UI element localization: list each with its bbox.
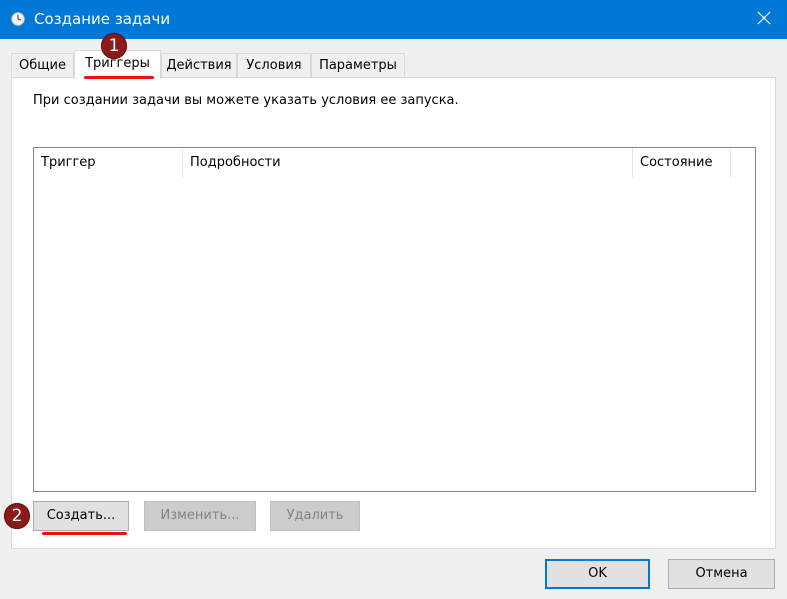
column-header-trigger[interactable]: Триггер xyxy=(34,148,183,178)
triggers-panel: При создании задачи вы можете указать ус… xyxy=(11,77,776,549)
highlight-underline-create xyxy=(42,532,127,535)
column-header-details[interactable]: Подробности xyxy=(183,148,633,178)
delete-button[interactable]: Удалить xyxy=(270,501,360,531)
tab-general[interactable]: Общие xyxy=(11,53,74,77)
panel-description: При создании задачи вы можете указать ус… xyxy=(33,93,459,108)
window-title: Создание задачи xyxy=(34,10,171,28)
highlight-underline-triggers xyxy=(84,76,154,79)
step-marker-2: 2 xyxy=(4,503,30,529)
tab-settings[interactable]: Параметры xyxy=(311,53,405,77)
column-header-status[interactable]: Состояние xyxy=(633,148,731,178)
triggers-list[interactable]: Триггер Подробности Состояние xyxy=(33,147,756,492)
tab-conditions[interactable]: Условия xyxy=(237,53,311,77)
tab-strip: Общие Триггеры Действия Условия Параметр… xyxy=(11,50,411,79)
list-header: Триггер Подробности Состояние xyxy=(34,148,755,178)
clock-icon xyxy=(11,12,25,26)
step-marker-1: 1 xyxy=(101,33,127,59)
cancel-button[interactable]: Отмена xyxy=(668,559,775,589)
task-creation-dialog: Создание задачи Общие Триггеры Действия … xyxy=(0,0,787,599)
close-icon xyxy=(757,11,771,29)
close-button[interactable] xyxy=(741,0,787,39)
ok-button[interactable]: OK xyxy=(545,559,650,589)
tab-actions[interactable]: Действия xyxy=(161,53,237,77)
edit-button[interactable]: Изменить... xyxy=(144,501,256,531)
create-button[interactable]: Создать... xyxy=(33,501,129,531)
